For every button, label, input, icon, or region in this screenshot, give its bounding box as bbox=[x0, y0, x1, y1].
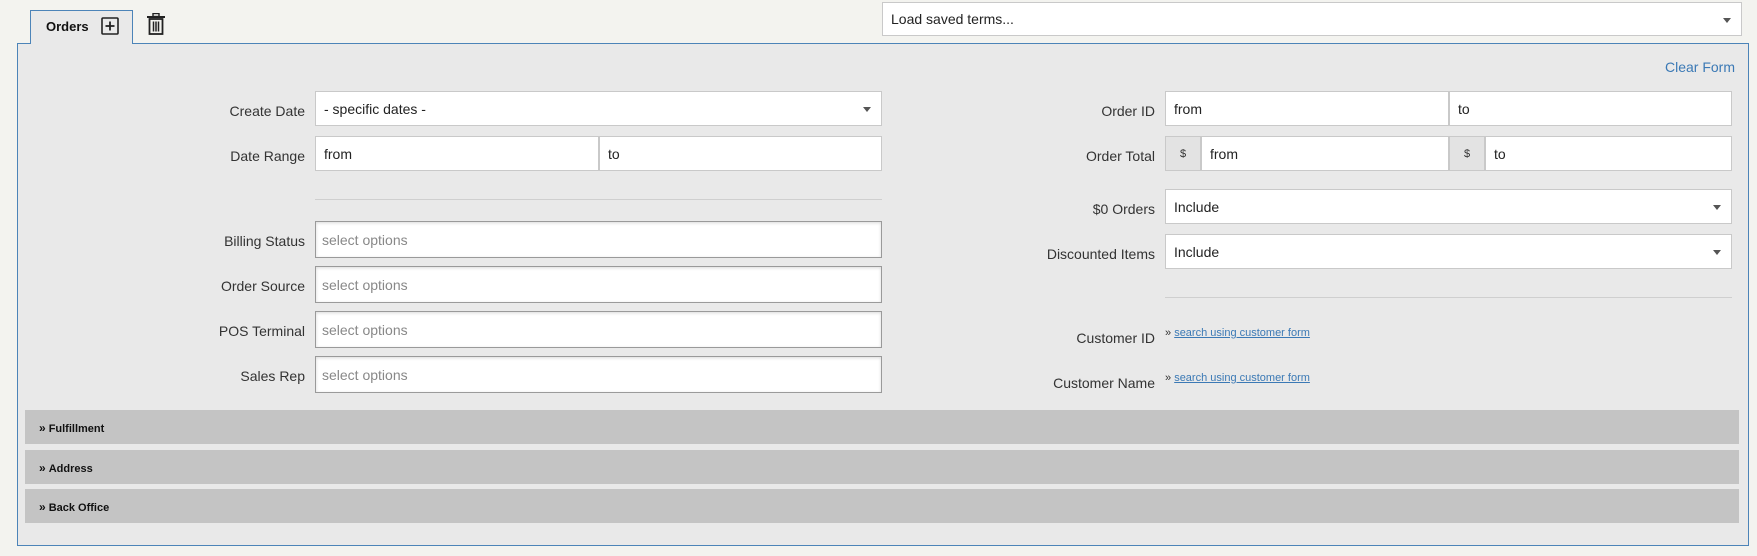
zero-orders-select[interactable]: Include bbox=[1165, 189, 1732, 224]
billing-status-label: Billing Status bbox=[224, 233, 305, 249]
create-date-select[interactable]: - specific dates - bbox=[315, 91, 882, 126]
customer-name-search: » search using customer form bbox=[1165, 372, 1310, 384]
section-address[interactable]: » Address bbox=[25, 450, 1739, 484]
chevron-double-right-icon: » bbox=[39, 421, 46, 435]
tab-orders[interactable]: Orders bbox=[30, 10, 133, 44]
chevron-double-right-icon: » bbox=[39, 500, 46, 514]
discounted-items-value: Include bbox=[1174, 244, 1220, 260]
section-fulfillment[interactable]: » Fulfillment bbox=[25, 410, 1739, 444]
tab-label: Orders bbox=[46, 19, 89, 34]
sales-rep-label: Sales Rep bbox=[240, 368, 305, 384]
order-total-to-input[interactable]: to bbox=[1485, 136, 1732, 171]
zero-orders-value: Include bbox=[1174, 199, 1220, 215]
chevron-down-icon bbox=[1713, 205, 1721, 210]
customer-id-search: » search using customer form bbox=[1165, 327, 1310, 339]
discounted-items-select[interactable]: Include bbox=[1165, 234, 1732, 269]
customer-id-label: Customer ID bbox=[1076, 330, 1155, 346]
date-range-to-input[interactable]: to bbox=[599, 136, 882, 171]
customer-name-search-link[interactable]: search using customer form bbox=[1174, 372, 1310, 384]
section-label: Address bbox=[48, 463, 93, 475]
saved-terms-text: Load saved terms... bbox=[891, 11, 1014, 27]
order-id-from-input[interactable]: from bbox=[1165, 91, 1449, 126]
create-date-label: Create Date bbox=[229, 103, 305, 119]
clear-form-link[interactable]: Clear Form bbox=[1665, 59, 1735, 75]
section-label: Fulfillment bbox=[48, 423, 105, 435]
order-source-input[interactable]: select options bbox=[315, 266, 882, 303]
order-source-label: Order Source bbox=[220, 278, 305, 294]
load-saved-terms-select[interactable]: Load saved terms... bbox=[882, 2, 1742, 36]
order-id-to-input[interactable]: to bbox=[1449, 91, 1732, 126]
order-id-label: Order ID bbox=[1101, 103, 1155, 119]
create-date-value: - specific dates - bbox=[324, 101, 426, 117]
add-tab-icon[interactable] bbox=[101, 17, 119, 35]
zero-orders-label: $0 Orders bbox=[1092, 201, 1155, 217]
order-total-label: Order Total bbox=[1086, 148, 1155, 164]
discounted-items-label: Discounted Items bbox=[1046, 246, 1155, 262]
currency-addon: $ bbox=[1165, 136, 1201, 171]
billing-status-input[interactable]: select options bbox=[315, 221, 882, 258]
customer-id-search-link[interactable]: search using customer form bbox=[1174, 327, 1310, 339]
customer-name-label: Customer Name bbox=[1053, 375, 1155, 391]
link-prefix: » bbox=[1165, 327, 1172, 339]
trash-icon[interactable] bbox=[146, 13, 166, 35]
currency-addon: $ bbox=[1449, 136, 1485, 171]
chevron-down-icon bbox=[863, 107, 871, 112]
order-total-from-input[interactable]: from bbox=[1201, 136, 1449, 171]
chevron-down-icon bbox=[1713, 250, 1721, 255]
link-prefix: » bbox=[1165, 372, 1172, 384]
section-label: Back Office bbox=[48, 502, 110, 514]
divider bbox=[315, 199, 882, 200]
date-range-label: Date Range bbox=[230, 148, 305, 164]
sales-rep-input[interactable]: select options bbox=[315, 356, 882, 393]
chevron-down-icon bbox=[1723, 18, 1731, 23]
date-range-from-input[interactable]: from bbox=[315, 136, 599, 171]
pos-terminal-label: POS Terminal bbox=[218, 323, 305, 339]
pos-terminal-input[interactable]: select options bbox=[315, 311, 882, 348]
section-back-office[interactable]: » Back Office bbox=[25, 489, 1739, 523]
divider bbox=[1165, 297, 1732, 298]
chevron-double-right-icon: » bbox=[39, 461, 46, 475]
